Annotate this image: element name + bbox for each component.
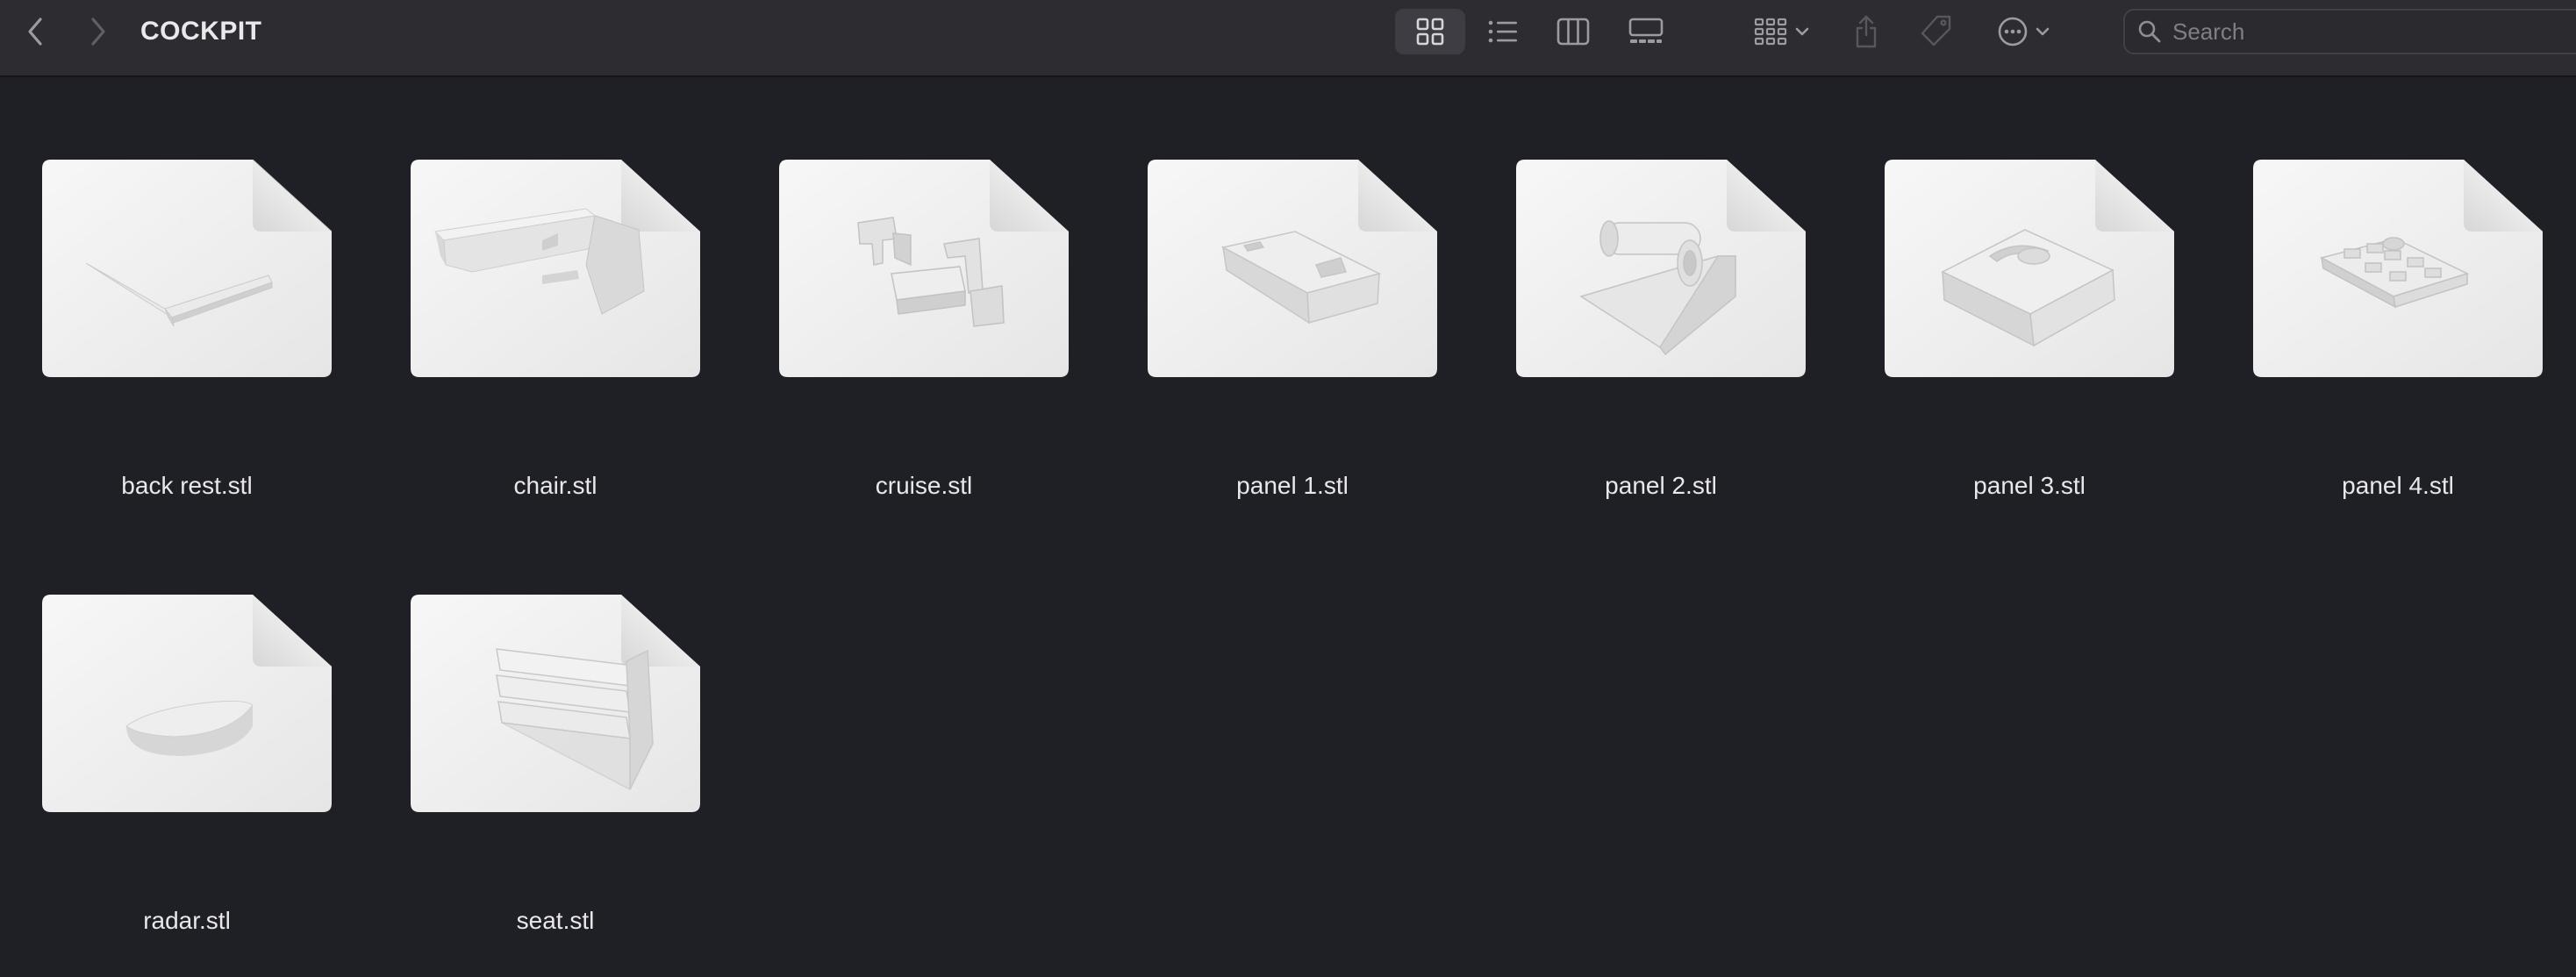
file-name: panel 1.stl: [1236, 472, 1349, 499]
file-name: radar.stl: [143, 907, 231, 934]
search-input[interactable]: [2171, 17, 2576, 46]
ellipsis-circle-icon: [1997, 16, 2029, 47]
stl-document-icon: [411, 160, 700, 377]
share-button[interactable]: [1848, 9, 1885, 54]
gallery-view-button[interactable]: [1620, 9, 1672, 54]
stl-document-icon: [1516, 160, 1806, 377]
list-view-button[interactable]: [1479, 9, 1527, 54]
tag-icon: [1918, 14, 1953, 49]
group-by-button[interactable]: [1746, 9, 1816, 54]
share-icon: [1853, 14, 1879, 49]
file-name: seat.stl: [516, 907, 595, 934]
tag-button[interactable]: [1913, 9, 1958, 54]
file-name: panel 3.stl: [1973, 472, 2086, 499]
stl-document-icon: [42, 160, 332, 377]
stl-document-icon: [411, 595, 700, 812]
stl-document-icon: [779, 160, 1069, 377]
gallery-icon: [1628, 18, 1664, 46]
columns-icon: [1556, 18, 1590, 46]
chevron-down-icon: [1795, 26, 1809, 37]
chevron-right-icon: [89, 17, 107, 46]
list-icon: [1487, 18, 1519, 45]
search-icon: [2137, 19, 2162, 44]
finder-toolbar: COCKPIT: [0, 0, 2576, 77]
forward-button[interactable]: [79, 12, 118, 51]
chevron-down-icon: [2036, 26, 2050, 37]
file-name: back rest.stl: [121, 472, 253, 499]
grid-icon: [1415, 17, 1445, 46]
file-name: panel 4.stl: [2342, 472, 2454, 499]
search-field[interactable]: [2123, 9, 2576, 54]
stl-document-icon: [2253, 160, 2543, 377]
window-title: COCKPIT: [140, 17, 262, 46]
chevron-left-icon: [26, 17, 44, 46]
more-actions-button[interactable]: [1988, 9, 2058, 54]
stl-document-icon: [1148, 160, 1437, 377]
stl-document-icon: [1885, 160, 2174, 377]
column-view-button[interactable]: [1549, 9, 1597, 54]
group-grid-icon: [1753, 17, 1788, 46]
file-name: cruise.stl: [875, 472, 973, 499]
file-name: panel 2.stl: [1605, 472, 1717, 499]
back-button[interactable]: [16, 12, 54, 51]
stl-document-icon: [42, 595, 332, 812]
file-name: chair.stl: [513, 472, 597, 499]
icon-view-button[interactable]: [1395, 9, 1465, 54]
